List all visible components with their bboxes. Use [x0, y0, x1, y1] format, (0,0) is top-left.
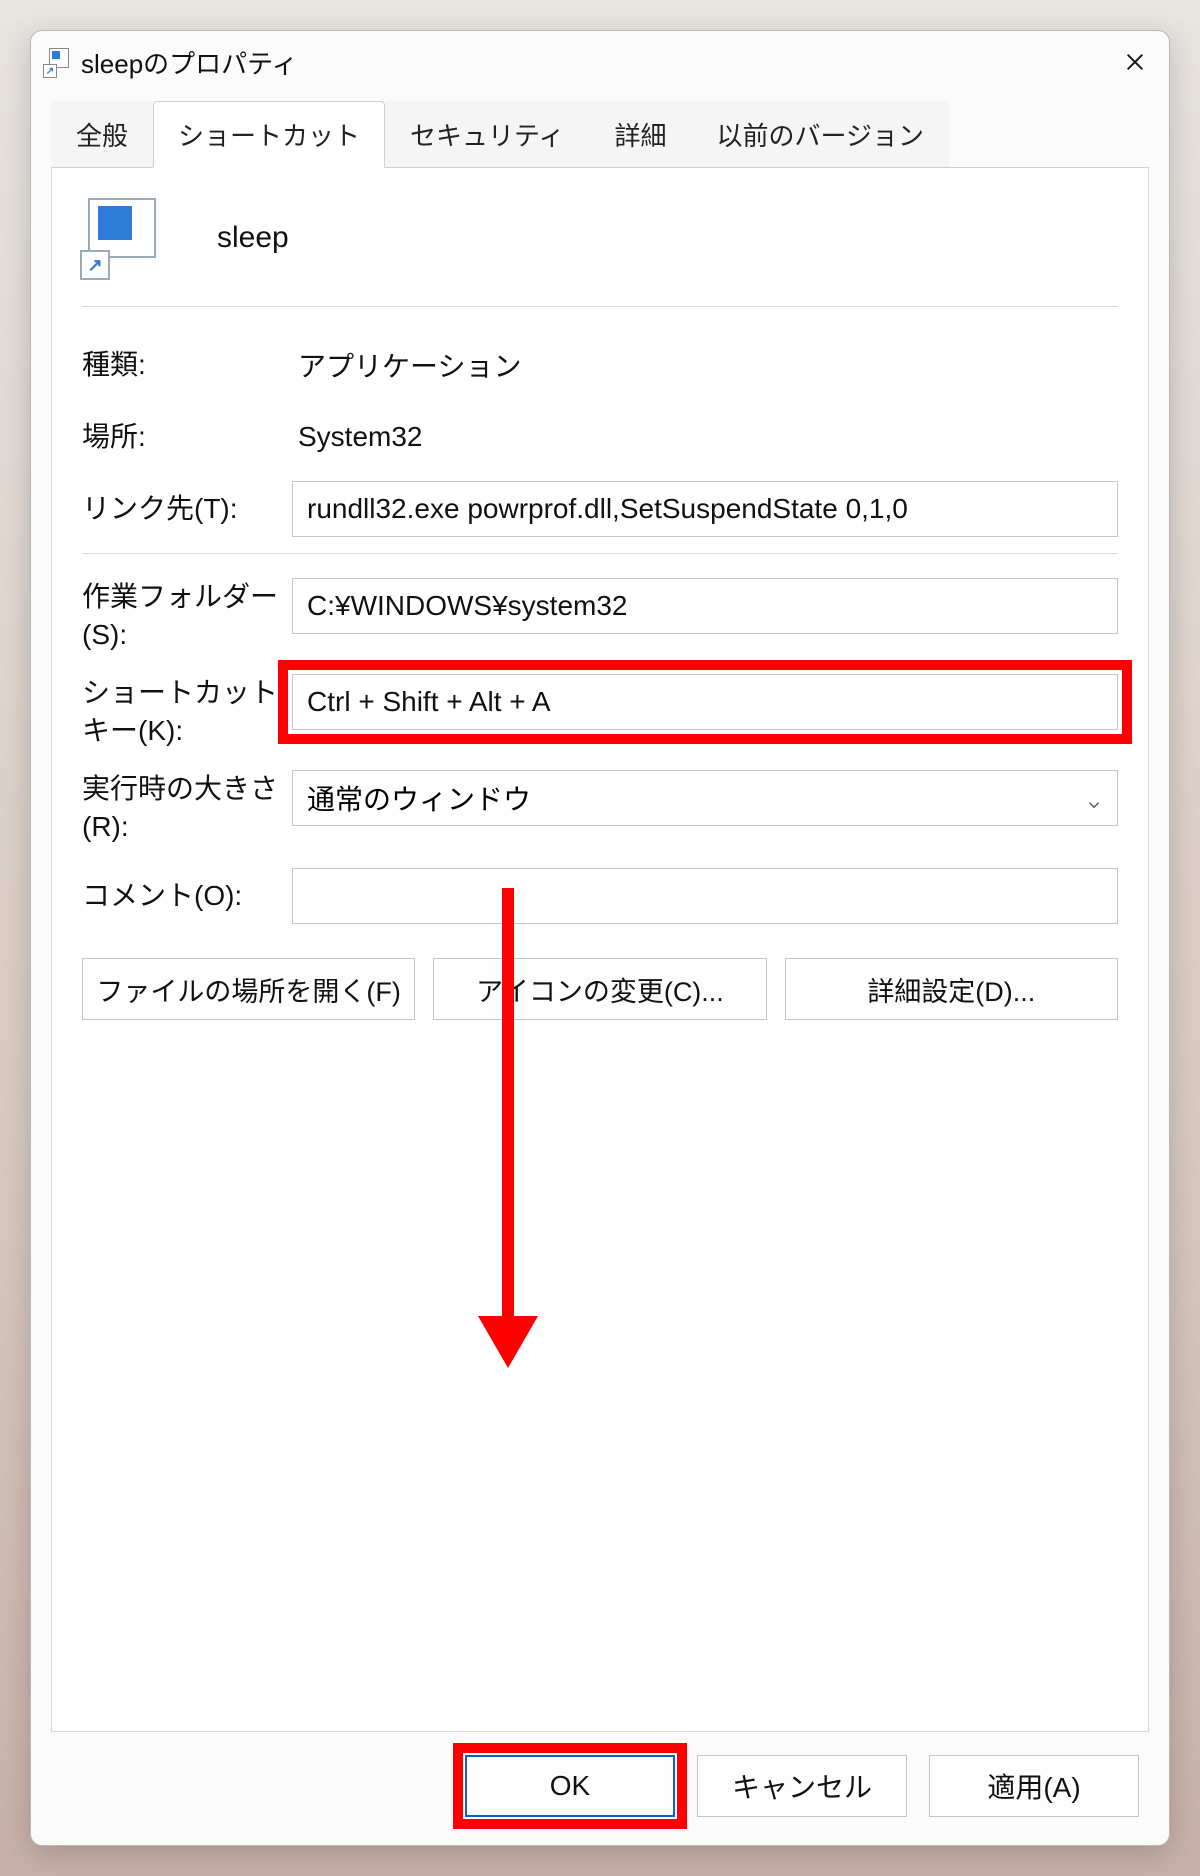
- apply-button[interactable]: 適用(A): [929, 1755, 1139, 1817]
- window-title: sleepのプロパティ: [81, 44, 298, 81]
- tab-security[interactable]: セキュリティ: [385, 101, 589, 168]
- target-label: リンク先(T):: [82, 490, 292, 528]
- comment-label: コメント(O):: [82, 877, 292, 915]
- properties-dialog: ↗ sleepのプロパティ 全般 ショートカット セキュリティ 詳細 以前のバー…: [30, 30, 1170, 1846]
- run-size-value: 通常のウィンドウ: [307, 778, 531, 818]
- startin-input[interactable]: [292, 578, 1118, 634]
- ok-highlight-annotation: OK: [465, 1755, 675, 1817]
- type-value: アプリケーション: [292, 345, 521, 385]
- shortcut-large-icon: ↗: [82, 198, 162, 278]
- tab-shortcut[interactable]: ショートカット: [153, 101, 385, 168]
- shortcut-file-icon: ↗: [45, 48, 73, 76]
- tab-details[interactable]: 詳細: [589, 101, 691, 168]
- hotkey-input[interactable]: [292, 674, 1118, 730]
- close-icon: [1124, 51, 1146, 73]
- shortcut-name: sleep: [217, 221, 289, 255]
- advanced-button[interactable]: 詳細設定(D)...: [785, 958, 1118, 1020]
- hotkey-label: ショートカット キー(K):: [82, 674, 292, 750]
- type-label: 種類:: [82, 346, 292, 384]
- close-button[interactable]: [1115, 42, 1155, 82]
- dialog-footer: OK キャンセル 適用(A): [31, 1733, 1169, 1845]
- tab-strip: 全般 ショートカット セキュリティ 詳細 以前のバージョン: [31, 91, 1169, 168]
- target-input[interactable]: [292, 481, 1118, 537]
- ok-button[interactable]: OK: [465, 1755, 675, 1817]
- run-label: 実行時の大きさ(R):: [82, 770, 292, 846]
- location-label: 場所:: [82, 418, 292, 456]
- open-file-location-button[interactable]: ファイルの場所を開く(F): [82, 958, 415, 1020]
- change-icon-button[interactable]: アイコンの変更(C)...: [433, 958, 766, 1020]
- comment-input[interactable]: [292, 868, 1118, 924]
- cancel-button[interactable]: キャンセル: [697, 1755, 907, 1817]
- startin-label: 作業フォルダー(S):: [82, 578, 292, 654]
- titlebar: ↗ sleepのプロパティ: [31, 31, 1169, 91]
- shortcut-tab-panel: ↗ sleep 種類: アプリケーション 場所: System32 リンク先(T…: [51, 167, 1149, 1732]
- tab-previous-versions[interactable]: 以前のバージョン: [692, 101, 949, 168]
- run-size-select[interactable]: 通常のウィンドウ: [292, 770, 1118, 826]
- chevron-down-icon: [1085, 789, 1103, 807]
- location-value: System32: [292, 421, 423, 453]
- tab-general[interactable]: 全般: [51, 101, 153, 168]
